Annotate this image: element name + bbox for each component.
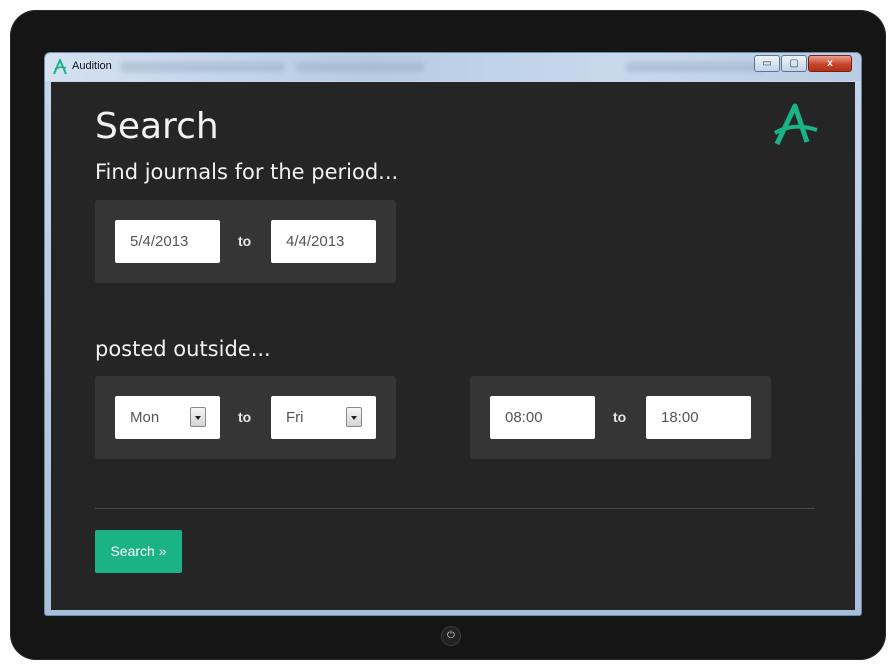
from-date-input[interactable]: 5/4/2013 bbox=[115, 220, 220, 263]
window-title: Audition bbox=[72, 60, 112, 72]
to-label: to bbox=[238, 233, 252, 249]
window-titlebar[interactable]: Audition ▭ ▢ x bbox=[45, 53, 861, 81]
posted-outside-heading: posted outside... bbox=[95, 337, 271, 361]
blurred-title-segment bbox=[625, 62, 765, 72]
to-label: to bbox=[238, 409, 252, 425]
app-content: Search Find journals for the period... 5… bbox=[51, 82, 855, 610]
close-button[interactable]: x bbox=[808, 55, 852, 72]
to-day-select[interactable]: Fri bbox=[271, 396, 376, 439]
period-heading: Find journals for the period... bbox=[95, 160, 399, 184]
search-button[interactable]: Search » bbox=[95, 530, 182, 573]
chevron-down-icon[interactable] bbox=[346, 407, 362, 427]
time-range-panel: 08:00 to 18:00 bbox=[470, 376, 771, 459]
to-date-input[interactable]: 4/4/2013 bbox=[271, 220, 376, 263]
page-title: Search bbox=[95, 106, 219, 147]
day-range-panel: Mon to Fri bbox=[95, 376, 396, 459]
minimize-button[interactable]: ▭ bbox=[754, 55, 780, 72]
audition-logo-icon bbox=[53, 59, 67, 75]
divider bbox=[95, 508, 815, 509]
to-time-input[interactable]: 18:00 bbox=[646, 396, 751, 439]
to-label: to bbox=[613, 409, 627, 425]
maximize-button[interactable]: ▢ bbox=[781, 55, 807, 72]
from-day-value: Mon bbox=[130, 409, 160, 426]
chevron-down-icon[interactable] bbox=[190, 407, 206, 427]
blurred-title-segment bbox=[120, 62, 285, 72]
app-window: Audition ▭ ▢ x Search Find journals for … bbox=[44, 52, 862, 616]
power-icon[interactable]: ⏻ bbox=[441, 626, 461, 646]
date-range-panel: 5/4/2013 to 4/4/2013 bbox=[95, 200, 396, 283]
blurred-title-segment bbox=[295, 62, 425, 72]
to-day-value: Fri bbox=[286, 409, 304, 426]
audition-logo-icon bbox=[773, 103, 818, 146]
from-time-input[interactable]: 08:00 bbox=[490, 396, 595, 439]
from-day-select[interactable]: Mon bbox=[115, 396, 220, 439]
